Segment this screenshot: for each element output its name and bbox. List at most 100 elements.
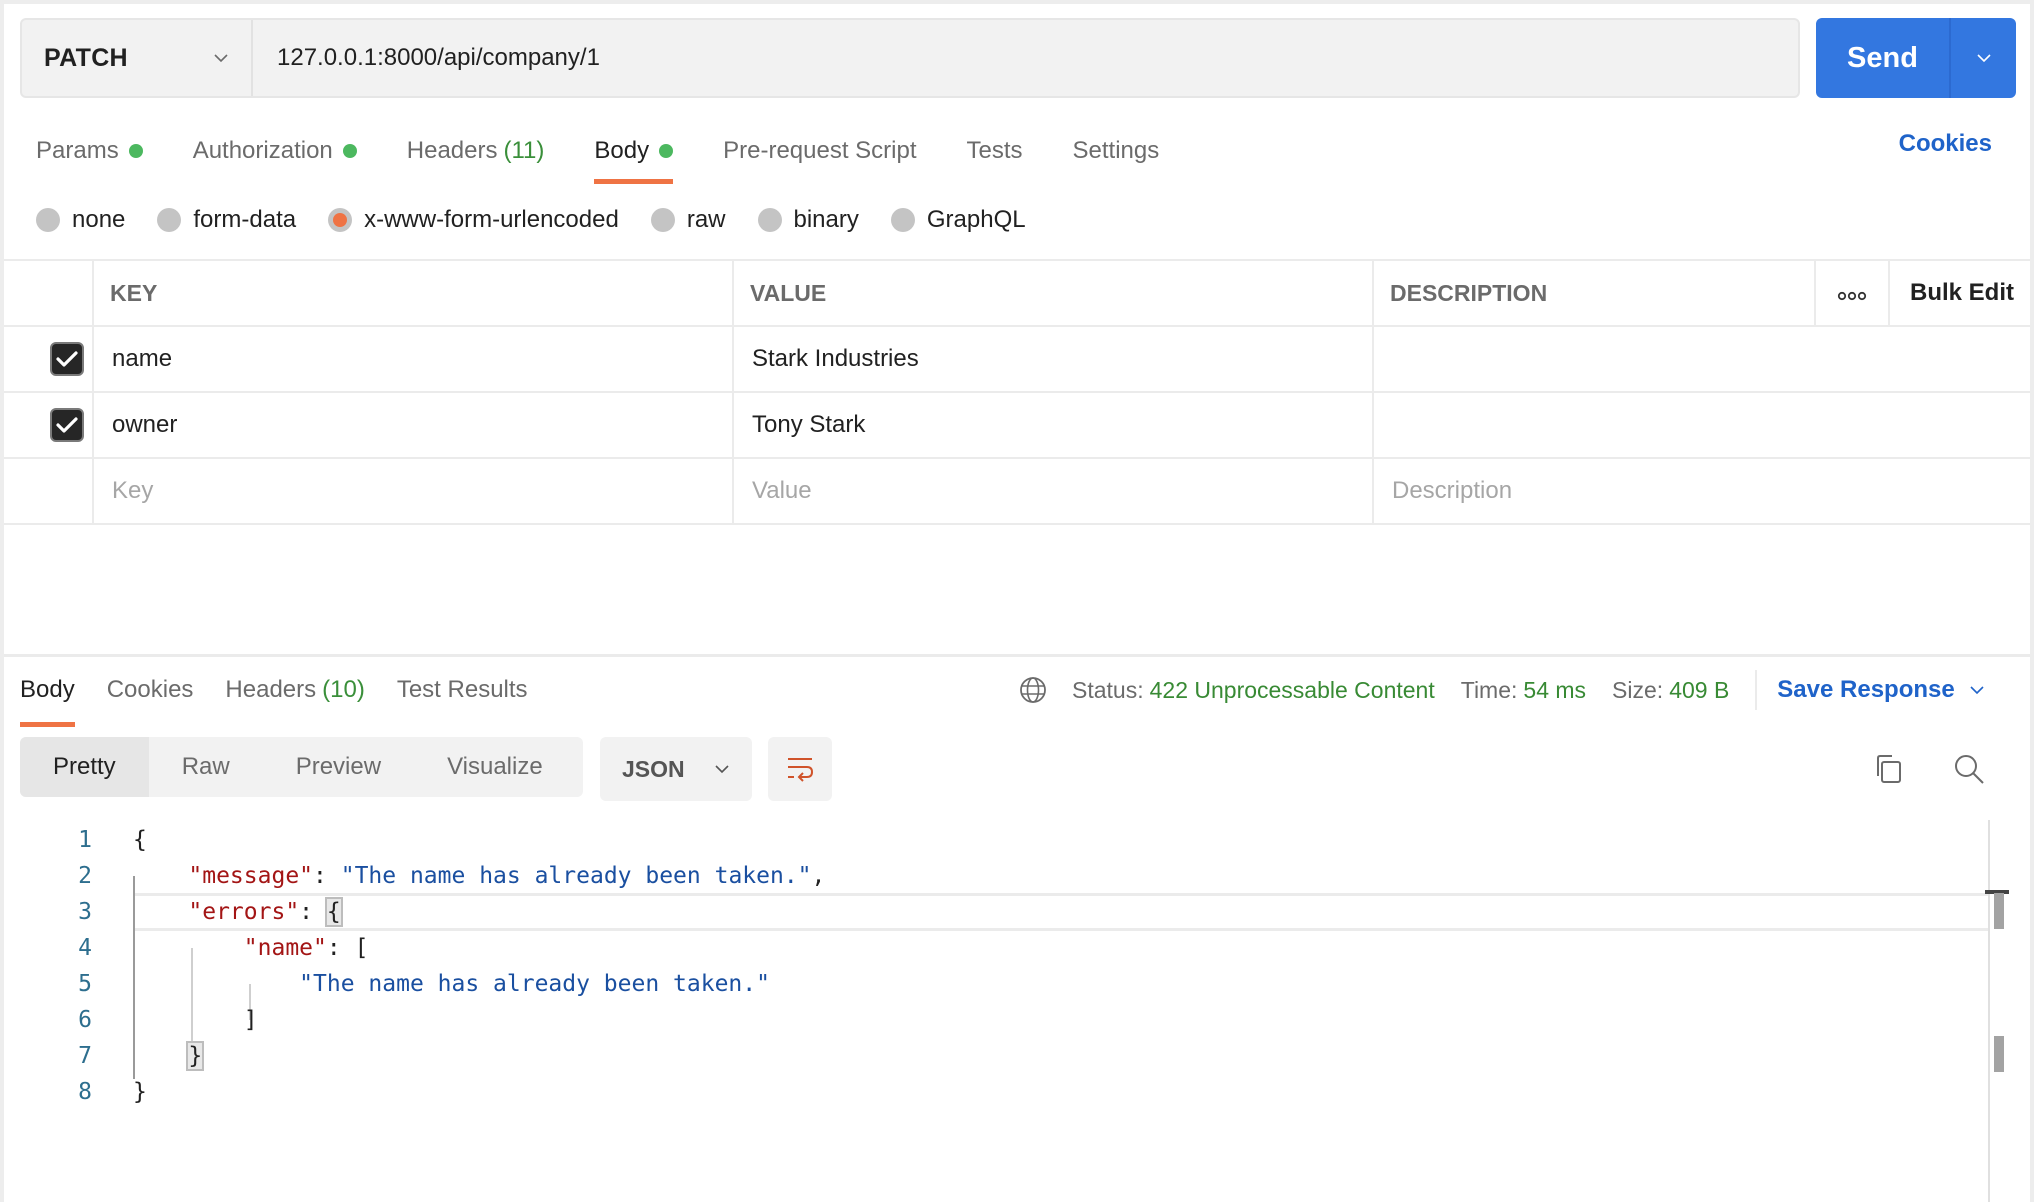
table-row: name Stark Industries xyxy=(4,325,2030,393)
row-checkbox[interactable] xyxy=(50,342,84,376)
time-value[interactable]: 54 ms xyxy=(1523,677,1586,704)
copy-icon[interactable] xyxy=(1872,752,1906,786)
radio-label: raw xyxy=(686,206,726,233)
url-input[interactable] xyxy=(253,44,1798,72)
code-line: 7 } xyxy=(0,1038,1988,1074)
tab-headers[interactable]: Headers (11) xyxy=(407,126,545,176)
code-line: 2 "message": "The name has already been … xyxy=(0,858,1988,894)
radio-raw[interactable]: raw xyxy=(650,206,726,234)
row-checkbox-cell xyxy=(4,325,94,393)
tab-pre-request-script[interactable]: Pre-request Script xyxy=(723,126,916,176)
description-column-header: DESCRIPTION xyxy=(1372,259,1816,327)
tab-label: Authorization xyxy=(192,137,333,164)
value-input-placeholder[interactable]: Value xyxy=(732,457,1374,525)
description-input-placeholder[interactable]: Description xyxy=(1372,457,2030,525)
send-button[interactable]: Send xyxy=(1816,18,1951,98)
chevron-down-icon xyxy=(715,765,729,774)
request-tabs: Params Authorization Headers (11) Body Pr… xyxy=(36,126,1209,184)
save-response-button[interactable]: Save Response xyxy=(1777,676,1984,704)
line-number: 2 xyxy=(78,863,92,889)
response-divider[interactable] xyxy=(4,654,2030,657)
scrollbar-thumb[interactable] xyxy=(1994,1036,2004,1072)
tab-label: Body xyxy=(20,676,75,703)
code-text: ] xyxy=(243,1007,258,1033)
row-checkbox-cell xyxy=(4,391,94,459)
tab-label: Body xyxy=(594,137,650,164)
checkbox-column-header xyxy=(4,259,94,327)
format-visualize[interactable]: Visualize xyxy=(414,737,576,797)
code-text: "message": "The name has already been ta… xyxy=(188,863,826,889)
wrap-lines-button[interactable] xyxy=(768,737,832,801)
tab-label: Params xyxy=(36,137,119,164)
key-column-header: KEY xyxy=(92,259,734,327)
description-cell[interactable] xyxy=(1372,391,2030,459)
line-number: 5 xyxy=(78,971,92,997)
table-row-new: Key Value Description xyxy=(4,457,2030,525)
tab-label: Headers xyxy=(225,676,317,703)
value-cell[interactable]: Stark Industries xyxy=(732,325,1374,393)
response-code-viewer[interactable]: 1{ 2 "message": "The name has already be… xyxy=(0,822,1988,1110)
line-number: 6 xyxy=(78,1007,92,1033)
search-icon[interactable] xyxy=(1952,752,1986,786)
radio-circle xyxy=(157,208,182,232)
format-raw[interactable]: Raw xyxy=(149,737,263,797)
format-tabs: Pretty Raw Preview Visualize xyxy=(20,737,583,797)
params-table: KEY VALUE DESCRIPTION Bulk Edit name Sta… xyxy=(4,259,2030,525)
status-value[interactable]: 422 Unprocessable Content xyxy=(1150,677,1435,704)
tab-body[interactable]: Body xyxy=(594,126,674,184)
radio-form-data[interactable]: form-data xyxy=(157,206,296,234)
radio-none[interactable]: none xyxy=(36,206,125,234)
language-select[interactable]: JSON xyxy=(600,737,752,801)
line-number: 1 xyxy=(78,827,92,853)
more-horizontal-icon xyxy=(1837,291,1867,300)
radio-label: x-www-form-urlencoded xyxy=(364,206,619,233)
save-response-label: Save Response xyxy=(1777,676,1955,703)
response-tab-cookies[interactable]: Cookies xyxy=(107,665,194,715)
tab-label: Headers xyxy=(406,137,498,164)
code-text: "errors": { xyxy=(188,897,343,927)
tab-authorization[interactable]: Authorization xyxy=(193,126,357,176)
code-scrollbar-track[interactable] xyxy=(1988,820,1990,1202)
status-dot xyxy=(342,144,357,158)
send-options-button[interactable] xyxy=(1951,18,2016,98)
cookies-link[interactable]: Cookies xyxy=(1899,130,1992,158)
globe-icon[interactable] xyxy=(1018,675,1048,705)
code-text: } xyxy=(133,1041,205,1071)
format-pretty[interactable]: Pretty xyxy=(20,737,149,797)
tab-params[interactable]: Params xyxy=(36,126,143,176)
tab-settings[interactable]: Settings xyxy=(1073,126,1160,176)
key-input-placeholder[interactable]: Key xyxy=(92,457,734,525)
response-tab-body[interactable]: Body xyxy=(20,665,75,727)
radio-circle-selected xyxy=(328,208,353,232)
tab-tests[interactable]: Tests xyxy=(967,126,1023,176)
response-tab-headers[interactable]: Headers (10) xyxy=(225,665,364,715)
bulk-edit-button[interactable]: Bulk Edit xyxy=(1888,259,2030,327)
format-preview[interactable]: Preview xyxy=(263,737,414,797)
line-number: 3 xyxy=(78,899,92,925)
key-cell[interactable]: owner xyxy=(92,391,734,459)
response-tab-test-results[interactable]: Test Results xyxy=(397,665,528,715)
tab-label: Settings xyxy=(1072,137,1160,164)
response-tabs: Body Cookies Headers (10) Test Results xyxy=(20,665,560,727)
body-type-radios: none form-data x-www-form-urlencoded raw… xyxy=(36,200,1058,240)
radio-binary[interactable]: binary xyxy=(757,206,859,234)
size-value[interactable]: 409 B xyxy=(1669,677,1729,704)
radio-circle xyxy=(36,208,60,232)
value-cell[interactable]: Tony Stark xyxy=(732,391,1374,459)
key-cell[interactable]: name xyxy=(92,325,734,393)
method-select[interactable]: PATCH xyxy=(22,20,253,96)
row-checkbox-cell-empty xyxy=(4,457,94,525)
radio-x-www-form-urlencoded[interactable]: x-www-form-urlencoded xyxy=(328,206,619,234)
radio-circle xyxy=(650,208,675,232)
checkmark-icon xyxy=(56,351,78,367)
size-label: Size: xyxy=(1612,676,1664,703)
more-options-button[interactable] xyxy=(1814,259,1890,327)
radio-graphql[interactable]: GraphQL xyxy=(890,206,1026,234)
radio-circle xyxy=(757,208,782,232)
row-checkbox[interactable] xyxy=(50,408,84,442)
code-line: 6 ] xyxy=(0,1002,1988,1038)
description-cell[interactable] xyxy=(1372,325,2030,393)
response-meta: Status: 422 Unprocessable Content Time: … xyxy=(1018,668,1985,712)
value-column-header: VALUE xyxy=(732,259,1374,327)
code-text: } xyxy=(133,1079,147,1105)
